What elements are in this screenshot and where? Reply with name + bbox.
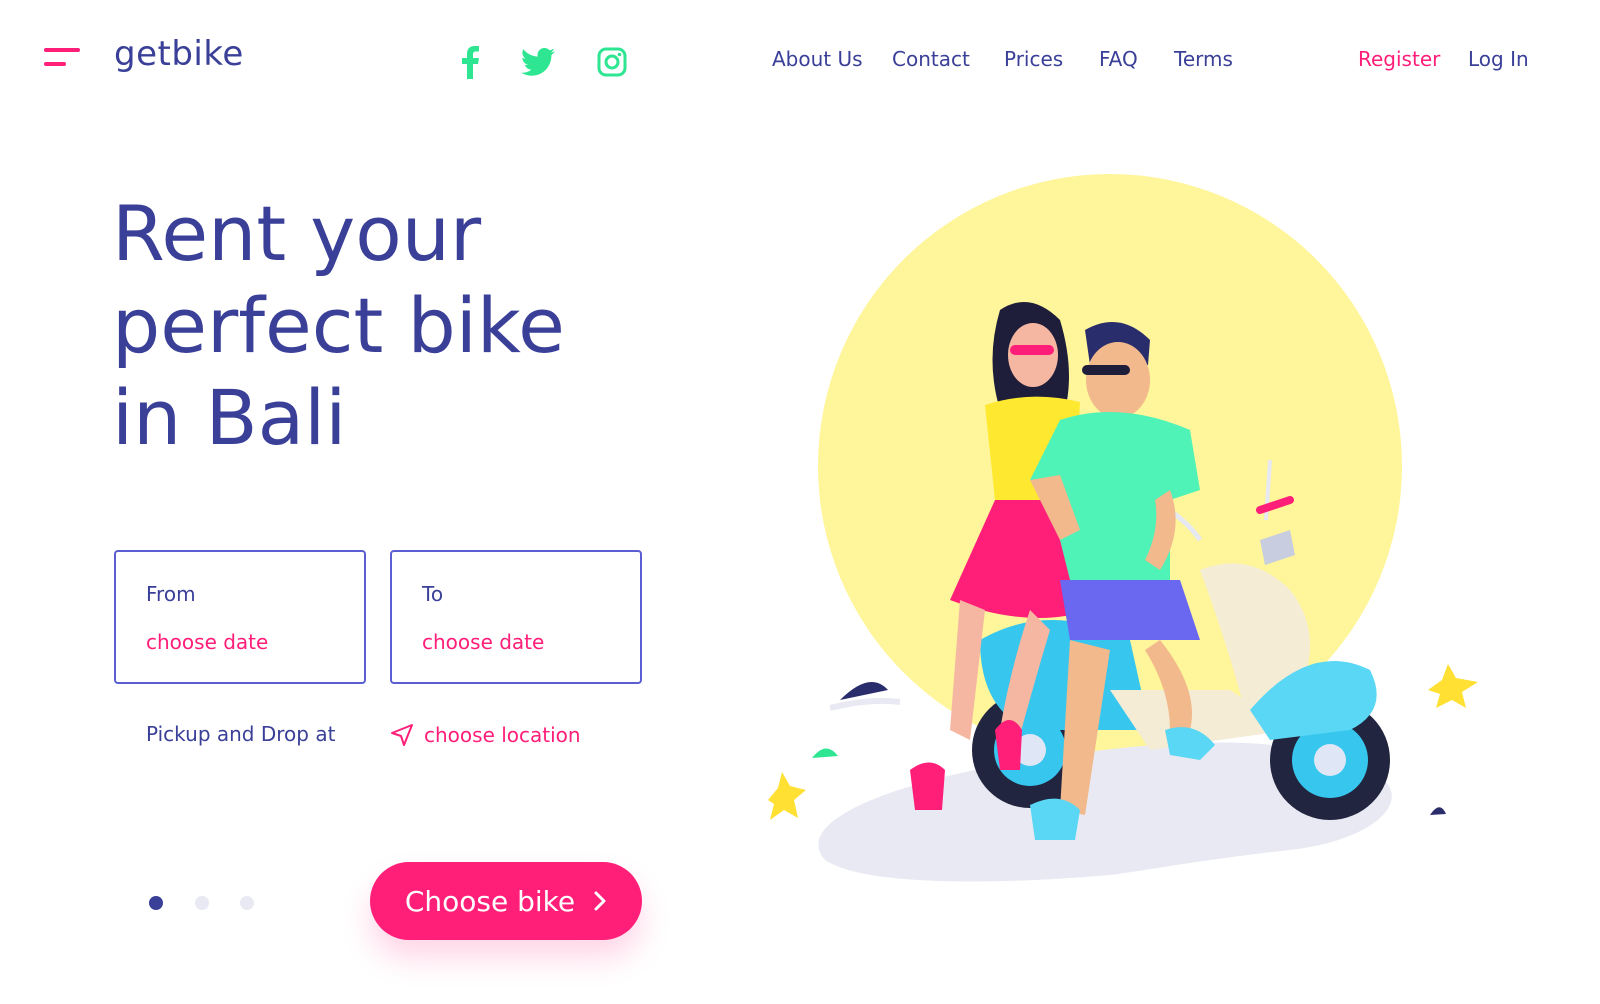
login-link[interactable]: Log In: [1468, 47, 1529, 71]
to-date-value[interactable]: choose date: [422, 630, 544, 654]
nav-contact[interactable]: Contact: [892, 47, 970, 71]
to-date-field[interactable]: To choose date: [390, 550, 642, 684]
hamburger-menu-icon[interactable]: [44, 48, 80, 70]
from-label: From: [146, 582, 196, 606]
nav-prices[interactable]: Prices: [1004, 47, 1063, 71]
facebook-icon[interactable]: [452, 44, 488, 80]
to-label: To: [422, 582, 444, 606]
chevron-right-icon: [594, 891, 606, 911]
brand-logo[interactable]: getbike: [114, 34, 244, 74]
location-value: choose location: [424, 723, 581, 747]
carousel-dot-2[interactable]: [195, 896, 209, 910]
rock-2: [812, 748, 838, 758]
from-date-value[interactable]: choose date: [146, 630, 268, 654]
twitter-icon[interactable]: [520, 44, 556, 80]
instagram-icon[interactable]: [594, 44, 630, 80]
carousel-dot-3[interactable]: [240, 896, 254, 910]
nav-terms[interactable]: Terms: [1174, 47, 1233, 71]
rock-3: [1430, 807, 1446, 815]
navigation-arrow-icon: [391, 724, 413, 746]
couple-on-scooter-illustration: [768, 174, 1478, 882]
hero-title: Rent your perfect bike in Bali: [112, 188, 565, 464]
nav-faq[interactable]: FAQ: [1099, 47, 1138, 71]
choose-location-link[interactable]: choose location: [390, 720, 581, 750]
hero-title-line1: Rent your: [112, 189, 482, 278]
nav-about-us[interactable]: About Us: [772, 47, 863, 71]
choose-bike-label: Choose bike: [404, 884, 576, 918]
rock-1: [840, 682, 888, 700]
carousel-dot-1[interactable]: [149, 896, 163, 910]
register-link[interactable]: Register: [1358, 47, 1440, 71]
starfish-right: [1428, 664, 1478, 708]
starfish-left: [768, 772, 806, 820]
pickup-label: Pickup and Drop at: [146, 722, 336, 746]
rock-shadow-1: [829, 697, 901, 711]
hero-title-line3: in Bali: [112, 373, 347, 462]
hero-title-line2: perfect bike: [112, 281, 565, 370]
choose-bike-button[interactable]: Choose bike: [370, 862, 642, 940]
from-date-field[interactable]: From choose date: [114, 550, 366, 684]
